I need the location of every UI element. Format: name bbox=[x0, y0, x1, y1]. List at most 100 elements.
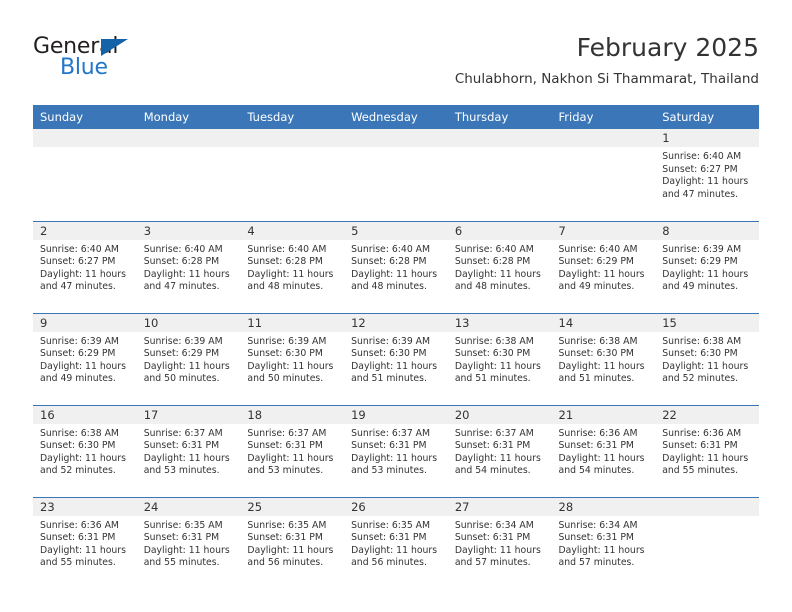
daylight-text-line2: and 57 minutes. bbox=[558, 557, 635, 569]
daylight-text-line2: and 50 minutes. bbox=[247, 373, 324, 385]
daylight-text-line1: Daylight: 11 hours bbox=[247, 452, 334, 464]
sunrise-text: Sunrise: 6:39 AM bbox=[40, 335, 119, 347]
calendar-day-cell bbox=[136, 129, 241, 221]
calendar-day-cell[interactable]: 24 Sunrise: 6:35 AM Sunset: 6:31 PM Dayligh… bbox=[136, 496, 241, 589]
daylight-text-line1: Daylight: 11 hours bbox=[454, 268, 541, 280]
calendar-day-cell[interactable]: 28 Sunrise: 6:34 AM Sunset: 6:31 PM Dayligh… bbox=[551, 496, 656, 589]
sunrise-text: Sunrise: 6:36 AM bbox=[40, 519, 119, 531]
daylight-text-line1: Daylight: 11 hours bbox=[143, 268, 230, 280]
calendar-day-cell bbox=[655, 496, 759, 589]
day-details: Sunrise: 6:35 AM Sunset: 6:31 PM Daylight:… bbox=[344, 516, 448, 570]
calendar-day-cell[interactable]: 4 Sunrise: 6:40 AM Sunset: 6:28 PM Daylight… bbox=[240, 220, 345, 313]
weekday-header-tuesday: Tuesday bbox=[240, 105, 345, 129]
day-number: 5 bbox=[344, 221, 448, 240]
daylight-text-line2: and 53 minutes. bbox=[143, 465, 220, 477]
daylight-text-line2: and 51 minutes. bbox=[558, 373, 635, 385]
daylight-text-line2: and 48 minutes. bbox=[351, 281, 427, 293]
calendar-day-cell[interactable]: 13 Sunrise: 6:38 AM Sunset: 6:30 PM Dayligh… bbox=[447, 312, 552, 405]
day-number: 20 bbox=[447, 405, 552, 424]
sunrise-text: Sunrise: 6:38 AM bbox=[454, 335, 534, 347]
calendar-day-cell[interactable]: 9 Sunrise: 6:39 AM Sunset: 6:29 PM Daylight… bbox=[33, 312, 137, 405]
calendar-day-cell[interactable]: 3 Sunrise: 6:40 AM Sunset: 6:28 PM Daylight… bbox=[136, 220, 241, 313]
day-number: 19 bbox=[344, 405, 448, 424]
sunset-text: Sunset: 6:27 PM bbox=[662, 163, 738, 175]
day-number: 22 bbox=[655, 405, 759, 424]
daylight-text-line2: and 53 minutes. bbox=[351, 465, 427, 477]
daylight-text-line1: Daylight: 11 hours bbox=[351, 360, 438, 372]
calendar-day-cell bbox=[551, 129, 656, 221]
daylight-text-line2: and 57 minutes. bbox=[454, 557, 531, 569]
calendar-day-cell[interactable]: 22 Sunrise: 6:36 AM Sunset: 6:31 PM Dayligh… bbox=[655, 404, 759, 497]
day-number: 21 bbox=[551, 405, 656, 424]
day-details: Sunrise: 6:34 AM Sunset: 6:31 PM Daylight:… bbox=[552, 516, 656, 570]
sunrise-text: Sunrise: 6:37 AM bbox=[143, 427, 223, 439]
calendar-day-cell[interactable]: 16 Sunrise: 6:38 AM Sunset: 6:30 PM Dayligh… bbox=[33, 404, 137, 497]
calendar-day-cell[interactable]: 5 Sunrise: 6:40 AM Sunset: 6:28 PM Daylight… bbox=[344, 220, 448, 313]
daylight-text-line2: and 52 minutes. bbox=[40, 465, 116, 477]
daylight-text-line1: Daylight: 11 hours bbox=[454, 452, 541, 464]
calendar-day-cell[interactable]: 17 Sunrise: 6:37 AM Sunset: 6:31 PM Dayligh… bbox=[136, 404, 241, 497]
day-number bbox=[551, 129, 656, 147]
calendar-day-cell[interactable]: 7 Sunrise: 6:40 AM Sunset: 6:29 PM Daylight… bbox=[551, 220, 656, 313]
title-block: February 2025 Chulabhorn, Nakhon Si Tham… bbox=[455, 33, 759, 89]
sunset-text: Sunset: 6:31 PM bbox=[454, 532, 531, 544]
calendar-week-row: 1 Sunrise: 6:40 AM Sunset: 6:27 PM Daylight… bbox=[33, 129, 759, 221]
calendar-day-cell[interactable]: 8 Sunrise: 6:39 AM Sunset: 6:29 PM Daylight… bbox=[655, 220, 759, 313]
day-details: Sunrise: 6:36 AM Sunset: 6:31 PM Daylight:… bbox=[552, 424, 656, 478]
daylight-text-line1: Daylight: 11 hours bbox=[454, 360, 541, 372]
calendar-day-cell[interactable]: 6 Sunrise: 6:40 AM Sunset: 6:28 PM Daylight… bbox=[447, 220, 552, 313]
calendar-day-cell[interactable]: 15 Sunrise: 6:38 AM Sunset: 6:30 PM Dayligh… bbox=[655, 312, 759, 405]
sunrise-text: Sunrise: 6:34 AM bbox=[558, 519, 638, 531]
day-details: Sunrise: 6:40 AM Sunset: 6:29 PM Daylight:… bbox=[552, 240, 656, 294]
day-number: 2 bbox=[33, 221, 137, 240]
day-number: 13 bbox=[447, 313, 552, 332]
sunset-text: Sunset: 6:31 PM bbox=[662, 440, 738, 452]
sunset-text: Sunset: 6:30 PM bbox=[662, 348, 738, 360]
sunrise-text: Sunrise: 6:38 AM bbox=[40, 427, 119, 439]
calendar-day-cell[interactable]: 12 Sunrise: 6:39 AM Sunset: 6:30 PM Dayligh… bbox=[344, 312, 448, 405]
calendar-day-cell[interactable]: 1 Sunrise: 6:40 AM Sunset: 6:27 PM Daylight… bbox=[655, 129, 759, 221]
day-number: 18 bbox=[240, 405, 345, 424]
calendar-day-cell[interactable]: 23 Sunrise: 6:36 AM Sunset: 6:31 PM Dayligh… bbox=[33, 496, 137, 589]
sunrise-text: Sunrise: 6:40 AM bbox=[247, 243, 327, 255]
sunset-text: Sunset: 6:31 PM bbox=[143, 532, 220, 544]
sunset-text: Sunset: 6:27 PM bbox=[40, 256, 116, 268]
sunset-text: Sunset: 6:28 PM bbox=[247, 256, 323, 268]
day-details: Sunrise: 6:37 AM Sunset: 6:31 PM Daylight:… bbox=[344, 424, 448, 478]
sunset-text: Sunset: 6:29 PM bbox=[558, 256, 634, 268]
calendar-day-cell[interactable]: 26 Sunrise: 6:35 AM Sunset: 6:31 PM Dayligh… bbox=[344, 496, 448, 589]
daylight-text-line2: and 55 minutes. bbox=[143, 557, 220, 569]
calendar-week-row: 23 Sunrise: 6:36 AM Sunset: 6:31 PM Dayligh… bbox=[33, 496, 759, 589]
calendar-day-cell[interactable]: 21 Sunrise: 6:36 AM Sunset: 6:31 PM Dayligh… bbox=[551, 404, 656, 497]
calendar-day-cell[interactable]: 10 Sunrise: 6:39 AM Sunset: 6:29 PM Dayligh… bbox=[136, 312, 241, 405]
day-details: Sunrise: 6:40 AM Sunset: 6:28 PM Daylight:… bbox=[344, 240, 448, 294]
calendar-day-cell[interactable]: 18 Sunrise: 6:37 AM Sunset: 6:31 PM Dayligh… bbox=[240, 404, 345, 497]
day-details: Sunrise: 6:40 AM Sunset: 6:27 PM Daylight:… bbox=[655, 147, 759, 201]
day-details: Sunrise: 6:40 AM Sunset: 6:28 PM Daylight:… bbox=[448, 240, 552, 294]
calendar-day-cell[interactable]: 11 Sunrise: 6:39 AM Sunset: 6:30 PM Dayligh… bbox=[240, 312, 345, 405]
calendar-day-cell[interactable]: 27 Sunrise: 6:34 AM Sunset: 6:31 PM Dayligh… bbox=[447, 496, 552, 589]
weekday-header-wednesday: Wednesday bbox=[344, 105, 448, 129]
day-number: 23 bbox=[33, 497, 137, 516]
daylight-text-line2: and 47 minutes. bbox=[143, 281, 220, 293]
day-details: Sunrise: 6:35 AM Sunset: 6:31 PM Daylight:… bbox=[137, 516, 241, 570]
calendar-day-cell[interactable]: 14 Sunrise: 6:38 AM Sunset: 6:30 PM Dayligh… bbox=[551, 312, 656, 405]
sunrise-text: Sunrise: 6:40 AM bbox=[351, 243, 431, 255]
sunrise-text: Sunrise: 6:39 AM bbox=[351, 335, 431, 347]
daylight-text-line2: and 54 minutes. bbox=[454, 465, 531, 477]
general-blue-logo[interactable]: General Blue bbox=[33, 35, 223, 83]
day-number: 3 bbox=[136, 221, 241, 240]
calendar-day-cell[interactable]: 25 Sunrise: 6:35 AM Sunset: 6:31 PM Dayligh… bbox=[240, 496, 345, 589]
calendar-day-cell[interactable]: 19 Sunrise: 6:37 AM Sunset: 6:31 PM Dayligh… bbox=[344, 404, 448, 497]
sunrise-text: Sunrise: 6:36 AM bbox=[558, 427, 638, 439]
day-number: 16 bbox=[33, 405, 137, 424]
sunrise-text: Sunrise: 6:35 AM bbox=[143, 519, 223, 531]
daylight-text-line1: Daylight: 11 hours bbox=[662, 268, 749, 280]
calendar-day-cell[interactable]: 2 Sunrise: 6:40 AM Sunset: 6:27 PM Daylight… bbox=[33, 220, 137, 313]
calendar-page: General Blue February 2025 Chulabhorn, N… bbox=[0, 0, 792, 612]
calendar-day-cell[interactable]: 20 Sunrise: 6:37 AM Sunset: 6:31 PM Dayligh… bbox=[447, 404, 552, 497]
weekday-header-monday: Monday bbox=[136, 105, 241, 129]
daylight-text-line1: Daylight: 11 hours bbox=[662, 176, 749, 188]
sunrise-text: Sunrise: 6:35 AM bbox=[351, 519, 431, 531]
day-number bbox=[136, 129, 241, 147]
